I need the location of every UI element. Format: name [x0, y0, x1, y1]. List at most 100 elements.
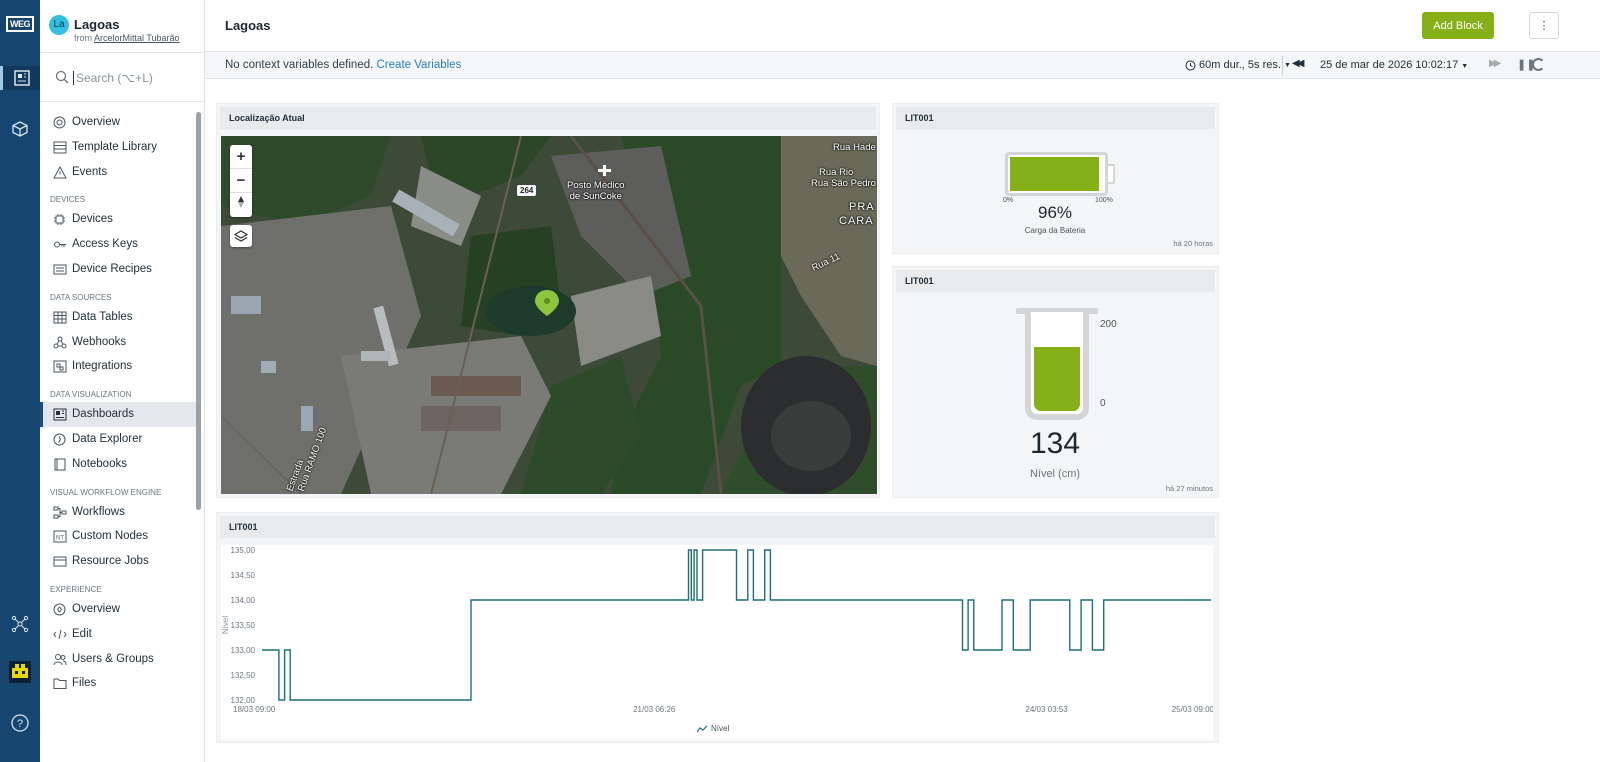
nav-label: Device Recipes [72, 262, 152, 275]
create-variables-link[interactable]: Create Variables [377, 59, 462, 71]
search-input[interactable]: Search (⌥+L) [73, 71, 153, 85]
more-options-button[interactable]: ⋮ [1529, 12, 1559, 39]
nav-item-files[interactable]: Files [40, 671, 198, 696]
chart-x-tick-label: 21/03 06:26 [633, 705, 676, 714]
nav-item-users-groups[interactable]: Users & Groups [40, 647, 198, 672]
chart-y-tick-label: 132,00 [231, 696, 256, 705]
compass-button[interactable] [230, 193, 252, 217]
fast-forward-icon[interactable]: ▶▶ [1489, 58, 1502, 69]
chart-block-title: LIT001 [220, 516, 1215, 538]
nav-item-edit[interactable]: Edit [40, 622, 198, 647]
nav-item-resource-jobs[interactable]: Resource Jobs [40, 549, 198, 574]
sidebar: La Lagoas from ArcelorMittal Tubarão Sea… [40, 0, 205, 762]
map-label-posto-medico: Posto Médico de SunCoke [567, 180, 625, 202]
search-icon [55, 70, 69, 84]
battery-block[interactable]: LIT001 0% 100% 96% Carga da Bateria há 2… [892, 103, 1219, 254]
nav-label: Data Tables [72, 310, 133, 323]
map-road-shield: 264 [517, 185, 537, 196]
battery-block-title: LIT001 [896, 107, 1215, 129]
zoom-in-button[interactable]: + [230, 145, 252, 169]
tank-gauge [1025, 312, 1089, 420]
tank-timestamp: há 27 minutos [1165, 484, 1213, 493]
zoom-out-button[interactable]: − [230, 169, 252, 193]
user-avatar-icon[interactable] [8, 660, 32, 684]
rewind-icon[interactable]: ◀◀ [1292, 58, 1305, 69]
events-icon [52, 165, 67, 180]
duration-selector[interactable]: 60m dur., 5s res. ▼ [1185, 59, 1291, 71]
nav-item-devices[interactable]: Devices [40, 207, 198, 232]
context-bar: No context variables defined. Create Var… [205, 52, 1600, 79]
help-icon[interactable]: ? [8, 711, 32, 735]
dashboard-rail-icon[interactable] [0, 66, 40, 90]
application-header[interactable]: La Lagoas from ArcelorMittal Tubarão [40, 0, 205, 52]
users-groups-icon [52, 652, 67, 667]
date-selector[interactable]: 25 de mar de 2026 10:02:17 ▼ [1320, 59, 1468, 71]
org-link[interactable]: ArcelorMittal Tubarão [94, 33, 180, 43]
sidebar-scrollbar-thumb[interactable] [196, 112, 201, 510]
nav-item-template-library[interactable]: Template Library [40, 135, 198, 160]
divider [1282, 56, 1283, 75]
chevron-down-icon: ▼ [1461, 63, 1469, 70]
nav-label: Access Keys [72, 238, 138, 251]
nav-label: Overview [72, 602, 120, 615]
add-block-button[interactable]: Add Block [1422, 12, 1494, 39]
chart-y-tick-label: 134,00 [231, 596, 256, 605]
battery-value: 96% [1037, 203, 1073, 222]
network-icon[interactable] [8, 612, 32, 636]
level-line-chart: 135,00 134,50 134,00 133,50 133,00 132,50 132,… [221, 545, 1215, 740]
notebooks-icon [52, 457, 67, 472]
custom-nodes-icon: NT [52, 529, 67, 544]
chart-y-tick-label: 132,50 [231, 671, 256, 680]
nav-item-data-explorer[interactable]: Data Explorer [40, 427, 198, 452]
nav-item-overview[interactable]: Overview [40, 110, 198, 135]
chart-legend[interactable]: Nível [697, 724, 729, 733]
nav-item-access-keys[interactable]: Access Keys [40, 232, 198, 257]
data-explorer-icon [52, 432, 67, 447]
cube-icon[interactable] [8, 117, 32, 141]
nav-label: Events [72, 165, 108, 178]
duration-label: 60m dur., 5s res. [1199, 59, 1281, 71]
app-name: Lagoas [74, 17, 120, 32]
weg-logo[interactable]: WEG [6, 16, 34, 32]
chart-x-tick-label: 25/03 09:00 [1172, 705, 1213, 714]
map-label-pra: PRA [849, 201, 875, 213]
map-block[interactable]: Localização Atual + − Posto Médico de Su… [216, 103, 880, 498]
map-label-rua-hade: Rua Hade [833, 142, 876, 153]
map-label-cara: CARA [839, 215, 874, 227]
satellite-map[interactable]: + − Posto Médico de SunCoke 264 Rua Hade… [221, 136, 877, 494]
nav-label: Edit [72, 627, 92, 640]
access-keys-icon [52, 237, 67, 252]
nav-label: Webhooks [72, 335, 127, 348]
from-prefix: from [74, 33, 95, 43]
section-data-sources: DATA SOURCES [50, 292, 112, 302]
nav-item-custom-nodes[interactable]: NT Custom Nodes [40, 524, 198, 549]
nav-item-webhooks[interactable]: Webhooks [40, 330, 198, 355]
chart-x-tick-label: 18/03 09:00 [233, 705, 276, 714]
nav-item-notebooks[interactable]: Notebooks [40, 452, 198, 477]
map-layers-button[interactable] [230, 225, 252, 247]
battery-cap [1108, 164, 1115, 184]
data-tables-icon [52, 310, 67, 325]
compass-icon [238, 196, 244, 208]
context-message: No context variables defined. Create Var… [225, 59, 461, 71]
nav-label: Files [72, 677, 97, 690]
svg-text:NT: NT [56, 536, 64, 542]
sidebar-scrollbar[interactable] [195, 112, 202, 712]
chart-y-tick-label: 133,00 [231, 646, 256, 655]
nav-item-experience-overview[interactable]: Overview [40, 597, 198, 622]
nav-item-dashboards[interactable]: Dashboards [40, 402, 198, 427]
search-box[interactable]: Search (⌥+L) [40, 52, 205, 102]
chart-y-tick-label: 133,50 [231, 621, 256, 630]
tank-value: 134 [1029, 427, 1081, 460]
nav-item-data-tables[interactable]: Data Tables [40, 305, 198, 330]
nav-item-device-recipes[interactable]: Device Recipes [40, 257, 198, 282]
line-chart-block[interactable]: LIT001 135,00 134,50 134,00 133,50 133,00 132… [216, 512, 1219, 743]
nav-label: Workflows [72, 505, 125, 518]
nav-item-workflows[interactable]: Workflows [40, 500, 198, 525]
nav-label: Users & Groups [72, 652, 154, 665]
section-workflow-engine: VISUAL WORKFLOW ENGINE [50, 487, 162, 497]
nav-item-integrations[interactable]: Integrations [40, 354, 198, 379]
tank-level-block[interactable]: LIT001 200 0 134 Nível (cm) há 27 minuto… [892, 266, 1219, 498]
nav-label: Devices [72, 213, 113, 226]
nav-item-events[interactable]: Events [40, 160, 198, 185]
